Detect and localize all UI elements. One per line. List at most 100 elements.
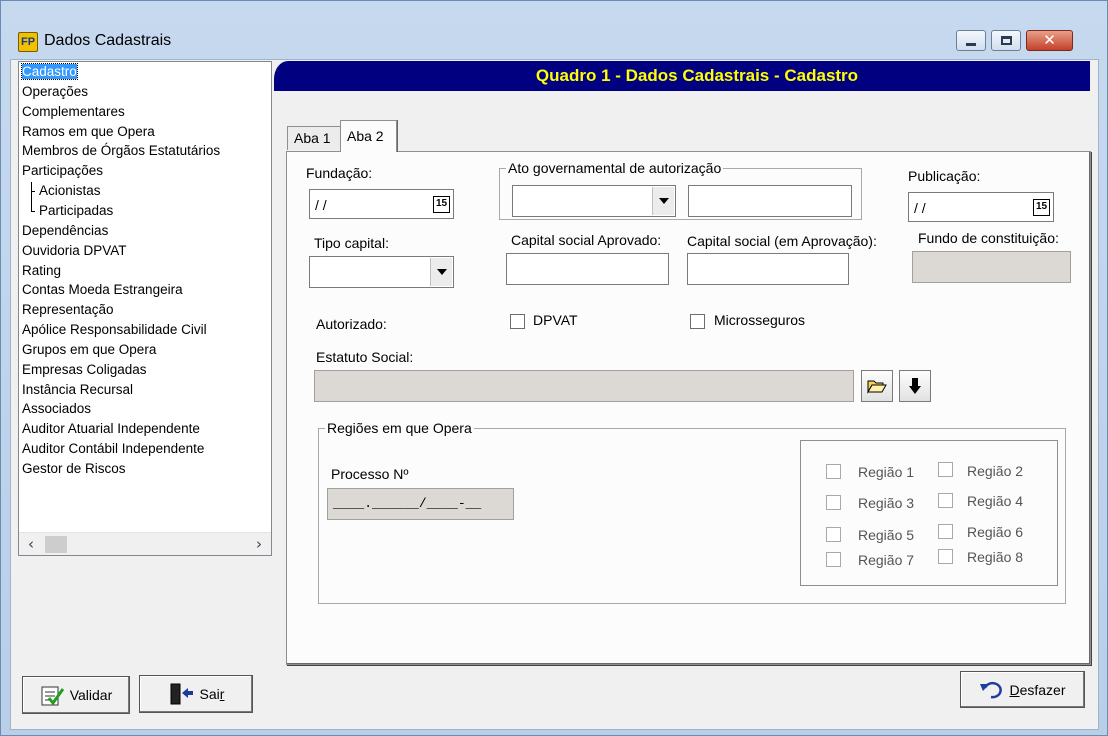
nav-item-operações[interactable]: Operações xyxy=(22,83,88,101)
minimize-button[interactable] xyxy=(956,30,986,51)
publicacao-date-input[interactable]: / / 15 xyxy=(908,192,1054,222)
regiao-1-checkbox[interactable] xyxy=(826,464,841,479)
calendar-icon[interactable]: 15 xyxy=(1033,199,1050,216)
ato-group: Ato governamental de autorização xyxy=(499,159,862,220)
estatuto-label: Estatuto Social: xyxy=(316,349,414,365)
nav-item-acionistas[interactable]: Acionistas xyxy=(39,182,101,200)
download-button[interactable] xyxy=(899,370,931,402)
nav-item-membros-de-órgãos-estatutários[interactable]: Membros de Órgãos Estatutários xyxy=(22,142,220,160)
nav-item-associados[interactable]: Associados xyxy=(22,400,91,418)
microsseguros-checkbox-label[interactable]: Microsseguros xyxy=(714,312,805,328)
maximize-icon xyxy=(1000,36,1012,45)
nav-item-ouvidoria-dpvat[interactable]: Ouvidoria DPVAT xyxy=(22,242,127,260)
regiao-4-checkbox[interactable] xyxy=(938,493,953,508)
fundacao-date-input[interactable]: / / 15 xyxy=(309,189,454,219)
nav-item-contas-moeda-estrangeira[interactable]: Contas Moeda Estrangeira xyxy=(22,281,183,299)
maximize-button[interactable] xyxy=(991,30,1021,51)
validar-button[interactable]: Validar xyxy=(22,676,130,714)
capital-em-aprovacao-input[interactable] xyxy=(687,253,849,285)
regiao-2-label[interactable]: Região 2 xyxy=(967,463,1023,479)
nav-item-participadas[interactable]: Participadas xyxy=(39,202,113,220)
nav-item-label: Gestor de Riscos xyxy=(22,461,126,476)
nav-item-label: Rating xyxy=(22,262,62,278)
scroll-right-icon[interactable]: › xyxy=(249,535,269,553)
regiao-8-label[interactable]: Região 8 xyxy=(967,549,1023,565)
nav-item-dependências[interactable]: Dependências xyxy=(22,222,108,240)
calendar-icon[interactable]: 15 xyxy=(433,196,450,213)
nav-item-rating[interactable]: Rating xyxy=(22,262,61,280)
fundo-constituicao-label: Fundo de constituição: xyxy=(918,230,1059,246)
nav-item-label: Associados xyxy=(22,401,92,417)
page-banner: Quadro 1 - Dados Cadastrais - Cadastro xyxy=(274,61,1090,91)
title-bar[interactable]: FP Dados Cadastrais ✕ xyxy=(1,1,1107,59)
regioes-group: Regiões em que Opera Processo Nº ____.__… xyxy=(318,419,1066,604)
nav-item-participações[interactable]: Participações xyxy=(22,162,103,180)
publicacao-label: Publicação: xyxy=(908,168,981,184)
regiao-3-checkbox[interactable] xyxy=(826,495,841,510)
tree-connector xyxy=(31,211,35,212)
regiao-3-label[interactable]: Região 3 xyxy=(858,495,914,511)
ato-select[interactable] xyxy=(512,185,676,217)
tree-connector xyxy=(31,182,32,211)
nav-item-apólice-responsabilidade-civil[interactable]: Apólice Responsabilidade Civil xyxy=(22,321,207,339)
regiao-5-checkbox[interactable] xyxy=(826,527,841,542)
nav-tree[interactable]: Cadastro Operações Complementares Ramos em … xyxy=(18,61,272,556)
capital-aprovado-label: Capital social Aprovado: xyxy=(511,232,662,248)
regiao-7-checkbox[interactable] xyxy=(826,552,841,567)
nav-item-gestor-de-riscos[interactable]: Gestor de Riscos xyxy=(22,460,126,478)
scroll-left-icon[interactable]: ‹ xyxy=(21,535,41,553)
tree-horizontal-scrollbar[interactable]: ‹ › xyxy=(19,532,271,555)
estatuto-path-input xyxy=(314,370,854,402)
nav-item-ramos-em-que-opera[interactable]: Ramos em que Opera xyxy=(22,123,155,141)
nav-item-label: Representação xyxy=(22,302,114,318)
tree-connector xyxy=(31,191,35,192)
regiao-8-checkbox[interactable] xyxy=(938,549,953,564)
capital-aprovado-input[interactable] xyxy=(506,253,669,285)
microsseguros-checkbox[interactable] xyxy=(690,314,705,329)
checklist-icon xyxy=(41,686,64,706)
fundacao-label: Fundação: xyxy=(306,165,373,181)
desfazer-accelerator: D xyxy=(1009,681,1020,698)
scrollbar-thumb[interactable] xyxy=(45,536,67,553)
nav-item-label: Participações xyxy=(22,163,104,179)
ato-text-input[interactable] xyxy=(688,185,852,217)
nav-item-auditor-atuarial-independente[interactable]: Auditor Atuarial Independente xyxy=(22,420,200,438)
regiao-2-checkbox[interactable] xyxy=(938,462,953,477)
nav-item-label: Auditor Atuarial Independente xyxy=(22,421,200,437)
regiao-5-label[interactable]: Região 5 xyxy=(858,527,914,543)
regiao-4-label[interactable]: Região 4 xyxy=(967,493,1023,509)
tab-aba-2[interactable]: Aba 2 xyxy=(340,120,397,152)
regioes-group-title: Regiões em que Opera xyxy=(325,419,474,437)
nav-item-label: Auditor Contábil Independente xyxy=(22,441,205,457)
folder-open-icon xyxy=(867,380,887,394)
regioes-checkbox-panel: Região 1 Região 2 Região 3 Região 4 Regi… xyxy=(800,440,1058,586)
nav-item-complementares[interactable]: Complementares xyxy=(22,103,125,121)
nav-item-grupos-em-que-opera[interactable]: Grupos em que Opera xyxy=(22,341,156,359)
regiao-7-label[interactable]: Região 7 xyxy=(858,552,914,568)
regiao-6-checkbox[interactable] xyxy=(938,524,953,539)
main-window: FP Dados Cadastrais ✕ Cadastro Operações C… xyxy=(0,0,1108,736)
chevron-down-icon[interactable] xyxy=(430,258,452,286)
close-icon: ✕ xyxy=(1043,31,1056,49)
close-button[interactable]: ✕ xyxy=(1026,30,1073,51)
tab-aba-1[interactable]: Aba 1 xyxy=(287,126,342,150)
open-file-button[interactable] xyxy=(861,370,893,402)
desfazer-button[interactable]: Desfazer xyxy=(960,671,1085,708)
chevron-down-icon[interactable] xyxy=(652,187,674,215)
dpvat-checkbox[interactable] xyxy=(510,314,525,329)
sair-button[interactable]: Sair xyxy=(139,675,253,713)
tipo-capital-select[interactable] xyxy=(309,256,454,288)
nav-item-label: Operações xyxy=(22,83,89,99)
dpvat-checkbox-label[interactable]: DPVAT xyxy=(533,312,578,328)
tab-panel-aba-2: Fundação: / / 15 Ato governamental de au… xyxy=(286,151,1091,665)
ato-group-title: Ato governamental de autorização xyxy=(506,159,724,177)
regiao-6-label[interactable]: Região 6 xyxy=(967,524,1023,540)
nav-item-representação[interactable]: Representação xyxy=(22,301,114,319)
regiao-1-label[interactable]: Região 1 xyxy=(858,464,914,480)
nav-item-empresas-coligadas[interactable]: Empresas Coligadas xyxy=(22,361,147,379)
nav-item-auditor-contábil-independente[interactable]: Auditor Contábil Independente xyxy=(22,440,204,458)
nav-item-instância-recursal[interactable]: Instância Recursal xyxy=(22,381,133,399)
nav-item-label: Acionistas xyxy=(39,183,101,199)
nav-item-cadastro[interactable]: Cadastro xyxy=(21,63,78,81)
window-title: Dados Cadastrais xyxy=(44,32,172,49)
